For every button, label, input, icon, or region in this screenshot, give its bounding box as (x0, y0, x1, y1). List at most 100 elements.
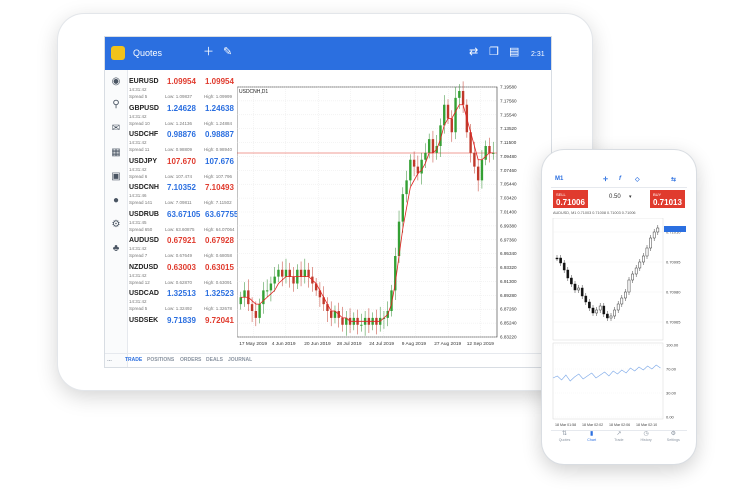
quote-row[interactable]: USDRUB 14:31:45 Spread 650 63.67105 63.67755… (127, 210, 238, 237)
quote-ask: 1.09954 (205, 77, 234, 86)
quote-symbol: USDJPY (129, 157, 158, 165)
quote-symbol: USDCHF (129, 131, 159, 138)
sort-icon[interactable]: ⇄ (469, 45, 478, 59)
trade-icon[interactable]: ⇆ (671, 176, 676, 183)
gear-icon[interactable]: ⚙ (110, 219, 122, 231)
pencil-icon[interactable]: ✎ (223, 45, 232, 59)
candle-body (634, 267, 638, 275)
crosshair-icon[interactable]: ✛ (603, 176, 608, 183)
quote-time: 14:31:42 (129, 87, 147, 92)
time-tick-label: 18 Mar 01:58 (555, 423, 576, 427)
nav-chart[interactable]: ▮ Chart (578, 431, 605, 444)
history-icon: ◷ (643, 431, 649, 437)
account-icon[interactable]: ◉ (110, 76, 122, 88)
x-tick-label: 9 Aug 2019 (402, 341, 427, 347)
chat-icon[interactable]: ● (110, 195, 122, 207)
briefcase-icon[interactable]: ▣ (110, 171, 122, 183)
quote-row[interactable]: USDCAD 14:31:42 Spread 5 1.32513 1.32523 Low:… (127, 289, 237, 316)
candle-body (620, 297, 624, 305)
quote-symbol: USDCAD (129, 290, 159, 297)
quote-symbol: EURUSD (129, 78, 159, 85)
x-tick-label: 27 Aug 2019 (434, 341, 461, 347)
nav-quotes[interactable]: ⇅ Quotes (551, 431, 578, 444)
x-tick-label: 4 Jun 2019 (272, 341, 296, 347)
candle-body (473, 152, 476, 167)
quote-row[interactable]: EURUSD 14:31:42 Spread 5 1.09954 1.09954 Low:… (127, 77, 237, 104)
candle-body (480, 159, 484, 181)
candle-body (443, 104, 446, 126)
y-tick-label: 7.15540 (500, 112, 517, 117)
candle-body (573, 283, 577, 291)
candle-body (281, 269, 284, 277)
phone-nav: ⇅ Quotes ▮ Chart ↗ Trade ◷ History ⚙ Settings (551, 430, 687, 444)
rsi-tick-label: 70.00 (666, 367, 677, 372)
more-icon[interactable]: … (107, 357, 112, 363)
candle-body (656, 227, 660, 233)
quote-high: High: 0.98940 (204, 147, 233, 152)
copy-icon[interactable]: ❐ (489, 45, 499, 59)
sell-button[interactable]: SELL 0.71006 (553, 190, 588, 208)
quote-row[interactable]: USDJPY 14:31:42 Spread 6 107.670 107.676 Low:… (127, 157, 237, 184)
quote-row[interactable]: GBPUSD 14:31:42 Spread 10 1.24628 1.24638 Low… (127, 104, 237, 131)
community-icon[interactable]: ♣ (110, 243, 122, 255)
quote-row[interactable]: AUDUSD 14:31:42 Spread 7 0.67921 0.67928 Low:… (127, 236, 237, 263)
lot-size[interactable]: 0.50 (609, 194, 621, 200)
quote-spread: Spread 650 (129, 226, 153, 232)
candle-body (652, 231, 656, 239)
plus-icon[interactable]: ＋ (203, 45, 214, 59)
trade-icon: ↗ (616, 431, 622, 437)
buy-button[interactable]: BUY 0.71013 (650, 190, 685, 208)
objects-icon[interactable]: ◇ (635, 176, 640, 183)
price-tick-label: 0.70965 (666, 320, 681, 325)
quote-symbol: USDCNH (129, 184, 159, 191)
quote-high: High: 0.63091 (204, 279, 233, 285)
candle-body (299, 269, 303, 277)
chevron-down-icon[interactable]: ▾ (629, 194, 632, 200)
tab-positions[interactable]: POSITIONS (147, 357, 174, 363)
price-chart[interactable]: 7.19580 7.17560 7.15540 7.13520 7.11500 7.094… (237, 79, 529, 349)
app-logo-icon (111, 46, 125, 60)
calendar-icon[interactable]: ▦ (110, 147, 122, 159)
timeframe-button[interactable]: M1 (555, 176, 563, 182)
chart-title: USDCNH,D1 (239, 89, 268, 95)
candle-body (405, 180, 408, 195)
quote-ask: 0.63015 (205, 262, 234, 272)
candle-body (645, 247, 649, 257)
document-icon[interactable]: ▤ (509, 45, 519, 59)
candle-body (401, 194, 404, 222)
candle-body (488, 145, 491, 153)
nav-label: Quotes (558, 438, 571, 442)
candle-body (606, 313, 609, 319)
quote-row[interactable]: USDCHF 14:31:42 Spread 11 0.98876 0.98887 Low… (127, 130, 237, 157)
candle-body (262, 290, 265, 305)
tab-trade[interactable]: TRADE (125, 357, 142, 363)
quote-row[interactable]: NZDUSD 14:31:42 Spread 12 0.63003 0.63015 Low… (127, 263, 237, 290)
nav-history[interactable]: ◷ History (633, 431, 660, 444)
quote-ask: 1.24638 (205, 103, 234, 113)
quote-symbol: USDSEK (129, 316, 159, 324)
candle-body (570, 277, 573, 285)
quote-bid: 1.32513 (167, 289, 196, 298)
tab-journal[interactable]: JOURNAL (228, 357, 252, 363)
candle-body (588, 301, 591, 309)
tab-deals[interactable]: DEALS (206, 357, 223, 363)
quote-row[interactable]: USDCNH 14:31:46 Spread 141 7.10352 7.10493 Lo… (127, 183, 237, 210)
nav-label: Chart (587, 438, 597, 442)
candle-body (616, 303, 620, 311)
y-tick-label: 6.89280 (500, 293, 517, 298)
candle-body (631, 273, 634, 281)
nav-settings[interactable]: ⚙ Settings (660, 431, 687, 444)
mail-icon[interactable]: ✉ (110, 123, 122, 135)
nav-trade[interactable]: ↗ Trade (605, 431, 632, 444)
phone-chart[interactable]: 0.710100.709950.709800.70965RSI(14) 63.2… (551, 218, 687, 444)
quote-symbol: NZDUSD (129, 263, 159, 271)
candle-body (591, 307, 595, 314)
candle-body (292, 276, 295, 284)
quote-time: 14:31:42 (129, 140, 147, 145)
tab-orders[interactable]: ORDERS (180, 357, 201, 363)
quote-row[interactable]: USDSEK 9.71839 9.72041 (127, 316, 237, 343)
y-tick-label: 7.05440 (500, 182, 517, 187)
link-icon[interactable]: ⚲ (110, 99, 122, 111)
indicator-icon[interactable]: f (619, 176, 621, 182)
quote-low: Low: 63.60875 (165, 226, 195, 232)
